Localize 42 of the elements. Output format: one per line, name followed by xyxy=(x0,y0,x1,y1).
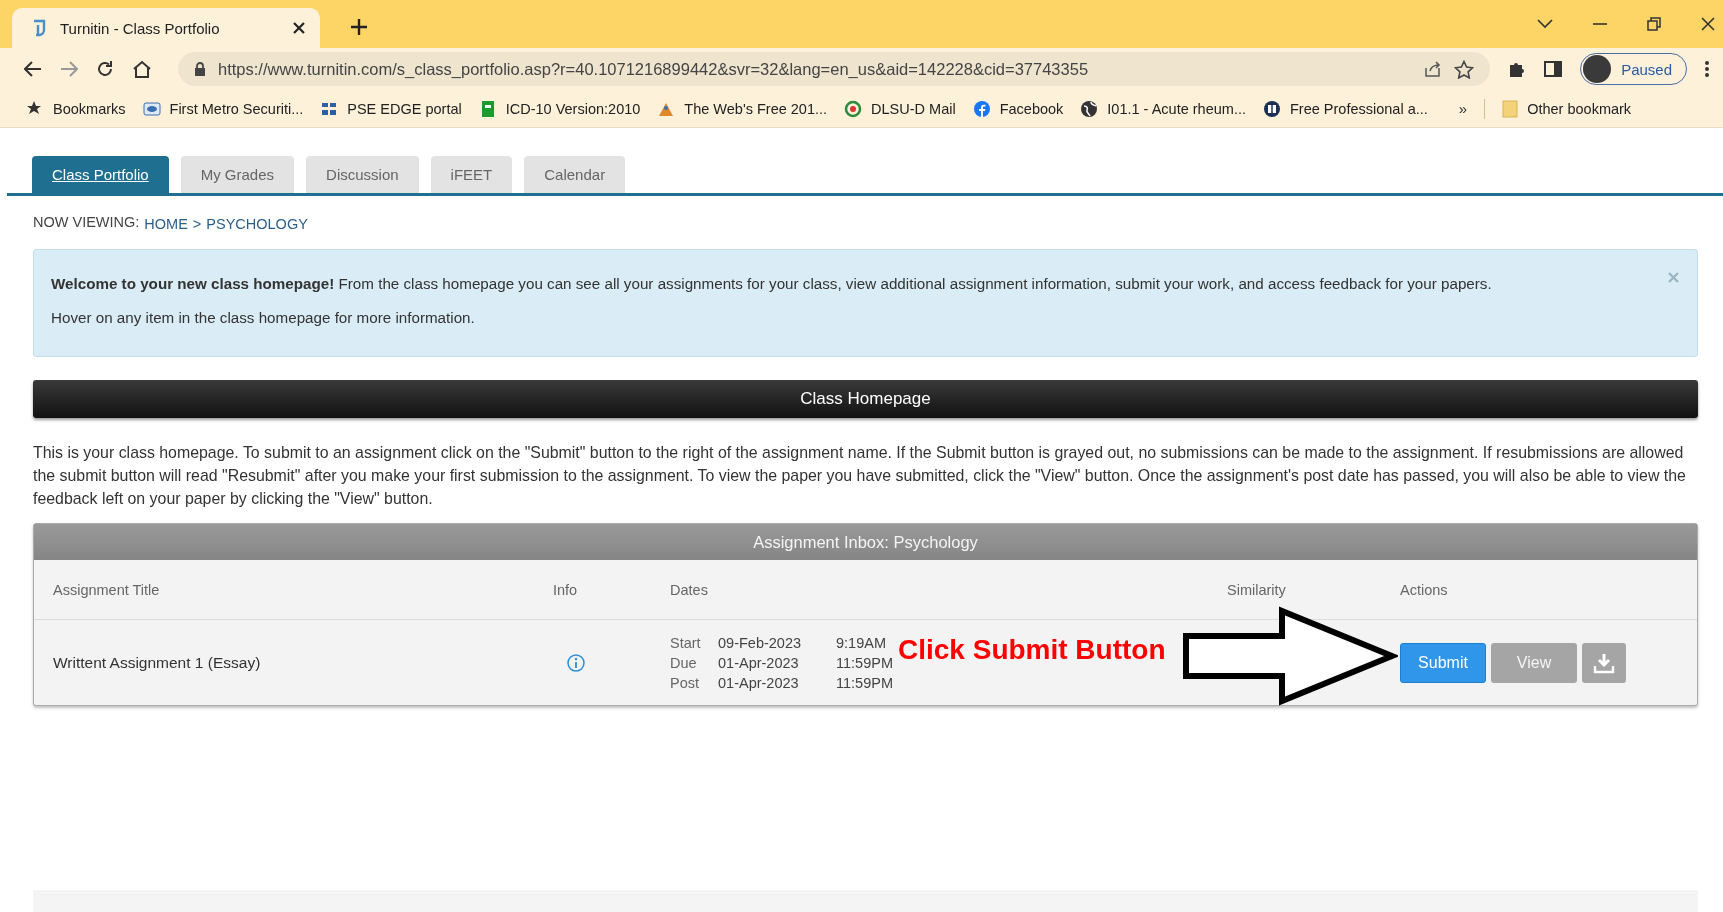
annotation-text: Click Submit Button xyxy=(898,634,1166,666)
bookmark-item[interactable]: I01.1 - Acute rheum... xyxy=(1080,99,1246,118)
bookmark-item[interactable]: Bookmarks xyxy=(26,99,126,118)
breadcrumb-label: NOW VIEWING: xyxy=(33,214,140,230)
banner-text: Welcome to your new class homepage! From the class homepage you can see all your assignments for your class, view additional assignment information, submit your work, and access feedback for your papers. xyxy=(51,274,1493,294)
nav-tab[interactable]: Discussion xyxy=(306,156,419,193)
date-value: 01-Apr-2023 xyxy=(718,673,800,693)
bookmark-item[interactable]: DLSU-D Mail xyxy=(844,99,956,118)
bookmark-item[interactable]: Free Professional a... xyxy=(1263,99,1428,118)
column-header: Actions xyxy=(1400,581,1449,598)
bookmark-item[interactable]: Other bookmark xyxy=(1502,99,1632,118)
assignment-title: Writtent Assignment 1 (Essay) xyxy=(53,653,262,672)
date-label: Post xyxy=(670,673,700,693)
table-title-bar: Assignment Inbox: Psychology xyxy=(34,524,1697,560)
column-header: Dates xyxy=(670,581,709,598)
time-value: 9:19AM xyxy=(836,633,887,653)
date-label: Start xyxy=(670,633,702,653)
time-value: 11:59PM xyxy=(836,673,893,693)
description-text: This is your class homepage. To submit to an assignment click on the "Submit" button to the right of the assignment name. If the Submit button is grayed out, no submissions can be made to the assignment. If resubmissions are allowed the submit button will read "Resubmit" after you make your first submission to the assignment. To view the paper you have submitted, click the "View" button. Once the assignment's post date has passed, you will also be able to view the feedback left on your paper by clicking the "View" button. xyxy=(33,443,1687,509)
bookmark-item[interactable]: First Metro Securiti... xyxy=(142,99,304,118)
breadcrumb-link[interactable]: HOME xyxy=(144,216,188,232)
date-label: Due xyxy=(670,653,698,673)
breadcrumb-separator: > xyxy=(192,216,202,232)
banner-text: Hover on any item in the class homepage for more information. xyxy=(51,308,476,328)
bookmark-item[interactable]: ICD-10 Version:2010 xyxy=(478,99,641,118)
nav-tab[interactable]: Class Portfolio xyxy=(32,156,169,193)
breadcrumb-link[interactable]: PSYCHOLOGY xyxy=(206,216,308,232)
date-value: 01-Apr-2023 xyxy=(718,653,800,673)
time-value: 11:59PM xyxy=(836,653,893,673)
column-header: Assignment Title xyxy=(53,581,161,598)
nav-tab[interactable]: Calendar xyxy=(524,156,626,193)
column-header: Similarity xyxy=(1227,581,1287,598)
section-header: Class Homepage xyxy=(33,380,1698,418)
bookmark-item[interactable]: Facebook xyxy=(972,99,1064,118)
address-bar[interactable]: https://www.turnitin.com/s_class_portfolio.asp?r=40.1071216899442&svr=32&lang=en_us&aid=142228&cid=37743355 xyxy=(178,52,1491,86)
overflow-button[interactable]: » xyxy=(1458,100,1468,117)
nav-tab[interactable]: iFEET xyxy=(430,156,513,193)
nav-tab[interactable]: My Grades xyxy=(180,156,295,193)
date-value: 09-Feb-2023 xyxy=(718,633,803,653)
bookmark-item[interactable]: PSE EDGE portal xyxy=(320,99,462,118)
bookmark-item[interactable]: The Web's Free 201... xyxy=(657,99,828,118)
column-header: Info xyxy=(553,581,579,598)
